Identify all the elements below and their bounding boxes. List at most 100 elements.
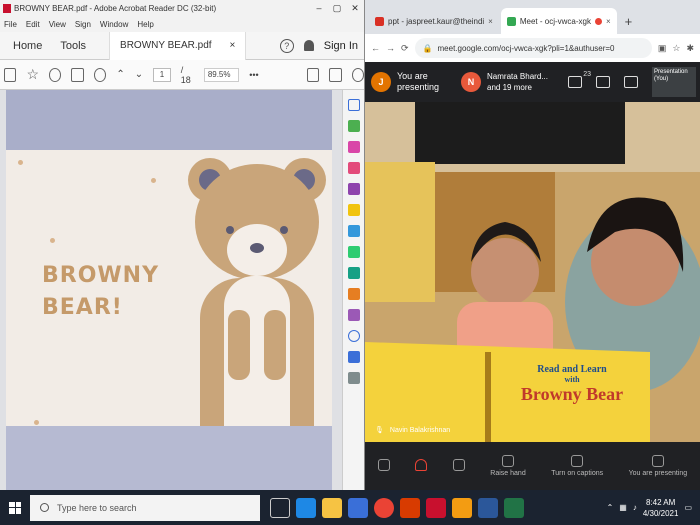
windows-taskbar: Type here to search ⌃ ▦ ♪ 8:42 AM 4/30/2… (0, 490, 700, 525)
vlc-icon[interactable] (452, 497, 472, 518)
menu-sign[interactable]: Sign (75, 20, 91, 29)
forward-icon[interactable]: → (386, 43, 395, 53)
mic-button[interactable] (377, 458, 390, 474)
file-explorer-icon[interactable] (322, 497, 342, 518)
menu-edit[interactable]: Edit (26, 20, 40, 29)
cover-title: BROWNY BEAR! (42, 260, 159, 324)
compress-icon[interactable] (347, 246, 360, 258)
fill-sign-icon[interactable] (347, 225, 360, 237)
video-tile[interactable]: Read and Learn with Browny Bear 🎙 Navin … (365, 102, 700, 442)
page-number-input[interactable]: 1 (153, 67, 171, 82)
participant-count: 23 (583, 71, 591, 78)
hang-up-icon (415, 458, 428, 471)
presentation-thumbnail[interactable]: Presentation (You) (652, 67, 696, 97)
protect-icon[interactable] (347, 288, 360, 300)
new-tab-button[interactable]: + (619, 14, 639, 29)
search-tool-icon[interactable] (347, 99, 360, 111)
captions-button[interactable]: Turn on captions (551, 455, 603, 477)
taskbar-clock[interactable]: 8:42 AM 4/30/2021 (643, 497, 679, 519)
comment-bubble-icon[interactable] (347, 204, 360, 216)
edit-pdf-icon[interactable] (347, 162, 360, 174)
powerpoint-icon[interactable] (400, 497, 420, 518)
menu-file[interactable]: File (4, 20, 17, 29)
tab-document-close-icon[interactable]: × (230, 40, 236, 51)
close-icon[interactable]: ✕ (346, 3, 364, 14)
network-icon[interactable]: ▦ (619, 503, 627, 512)
book-title-line1: Read and Learn (537, 364, 607, 375)
save-icon[interactable] (4, 67, 17, 82)
help-icon[interactable]: ? (279, 38, 294, 53)
print-icon[interactable] (71, 67, 84, 82)
back-icon[interactable]: ← (371, 43, 380, 53)
menu-window[interactable]: Window (100, 20, 128, 29)
tab-document[interactable]: BROWNY BEAR.pdf × (109, 31, 247, 60)
tab-close-icon[interactable]: × (488, 17, 493, 26)
chrome-icon[interactable] (374, 497, 394, 518)
puzzle-icon[interactable]: ✱ (686, 43, 694, 54)
zoom-select[interactable]: 89.5% (203, 67, 240, 82)
reload-icon[interactable]: ⟳ (401, 43, 409, 54)
chat-icon[interactable] (596, 76, 610, 88)
zoom-out-icon[interactable] (93, 67, 107, 82)
leave-call-button[interactable] (415, 458, 428, 474)
star-icon[interactable]: ☆ (672, 43, 680, 54)
meet-icon (506, 16, 516, 26)
store-icon[interactable] (348, 497, 368, 518)
chrome-tab-label: Meet - ocj-vwca-xgk (519, 16, 591, 26)
tray-chevron-icon[interactable]: ⌃ (607, 503, 614, 512)
raise-hand-label: Raise hand (490, 470, 526, 477)
acrobat-toolbar: ☆ ⌃ ⌄ 1 / 18 89.5% ••• (0, 60, 364, 90)
organize-tool-icon[interactable] (347, 141, 360, 153)
captions-label: Turn on captions (551, 470, 604, 477)
export-pdf-icon[interactable] (347, 183, 360, 195)
notification-bell-icon[interactable] (303, 40, 314, 51)
add-user-icon[interactable] (351, 67, 364, 82)
tab-close-icon[interactable]: × (606, 17, 611, 26)
start-button[interactable] (0, 501, 30, 514)
menu-view[interactable]: View (49, 20, 66, 29)
comment-tool-icon[interactable] (347, 120, 360, 132)
page-down-icon[interactable]: ⌄ (135, 69, 143, 80)
page-up-icon[interactable]: ⌃ (116, 69, 124, 80)
measure-icon[interactable] (347, 309, 360, 321)
volume-icon[interactable]: ♪ (633, 503, 637, 512)
activities-icon[interactable] (624, 76, 638, 88)
excel-icon[interactable] (504, 497, 524, 518)
document-viewport[interactable]: BROWNY BEAR! (0, 90, 343, 490)
bookmark-star-icon[interactable]: ☆ (26, 66, 39, 83)
task-view-icon[interactable] (270, 497, 290, 518)
extension-icon[interactable]: ▣ (658, 43, 667, 54)
minimize-icon[interactable]: – (310, 3, 328, 14)
taskbar-search[interactable]: Type here to search (30, 494, 260, 521)
word-icon[interactable] (478, 497, 498, 518)
present-button[interactable]: You are presenting (629, 455, 687, 477)
more-tools-icon[interactable]: ••• (249, 70, 258, 80)
acrobat-titlebar: BROWNY BEAR.pdf - Adobe Acrobat Reader D… (0, 0, 364, 16)
more-tools-side-icon[interactable] (347, 372, 360, 384)
email-icon[interactable] (329, 67, 342, 82)
camera-icon (452, 458, 465, 471)
tab-home[interactable]: Home (4, 32, 51, 60)
shield-icon[interactable] (347, 330, 360, 342)
raise-hand-button[interactable]: Raise hand (490, 455, 526, 477)
taskbar-date: 4/30/2021 (642, 508, 679, 518)
maximize-icon[interactable]: ▢ (328, 3, 346, 14)
send-icon[interactable] (347, 351, 360, 363)
tab-tools[interactable]: Tools (51, 32, 95, 60)
hand-icon (502, 455, 514, 467)
search-icon (40, 503, 49, 512)
camera-button[interactable] (452, 458, 465, 474)
presentation-label-line2: (You) (654, 76, 669, 82)
sign-in-button[interactable]: Sign In (324, 40, 358, 52)
sign-pen-icon[interactable] (306, 67, 320, 82)
menu-help[interactable]: Help (137, 20, 153, 29)
upload-icon[interactable] (49, 67, 62, 82)
acrobat-icon[interactable] (426, 497, 446, 518)
chrome-tab-gmail[interactable]: ppt - jaspreet.kaur@theindi × (369, 8, 499, 34)
chrome-tab-meet[interactable]: Meet - ocj-vwca-xgk × (500, 8, 617, 34)
edge-icon[interactable] (296, 497, 316, 518)
people-icon[interactable]: 23 (568, 71, 591, 88)
notifications-icon[interactable]: ▭ (684, 503, 692, 512)
address-bar[interactable]: 🔒 meet.google.com/ocj-vwca-xgk?pli=1&aut… (414, 38, 652, 58)
scan-icon[interactable] (347, 267, 360, 279)
